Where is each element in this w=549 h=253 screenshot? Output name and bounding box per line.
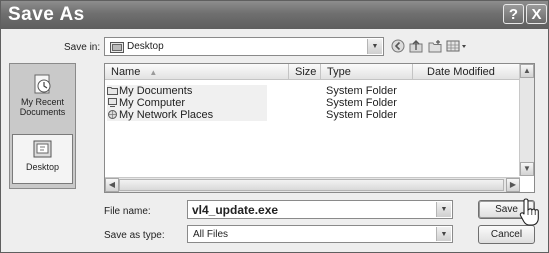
close-button[interactable]: X bbox=[526, 4, 547, 24]
save-in-value: Desktop bbox=[127, 41, 164, 52]
scroll-right-icon[interactable]: ▶ bbox=[506, 178, 520, 192]
hand-cursor-icon bbox=[519, 198, 539, 226]
place-label-desktop: Desktop bbox=[25, 162, 60, 172]
up-folder-icon[interactable] bbox=[408, 39, 423, 54]
place-recent-documents[interactable]: My Recent Documents bbox=[12, 70, 73, 117]
file-name-value: vl4_update.exe bbox=[192, 203, 279, 217]
recent-documents-icon bbox=[34, 74, 50, 94]
column-header-size[interactable]: Size bbox=[289, 64, 321, 80]
places-bar: My Recent Documents Desktop bbox=[9, 63, 76, 189]
file-name-cell: My Computer bbox=[119, 97, 186, 109]
horizontal-scrollbar[interactable]: ◀ ▶ bbox=[105, 177, 520, 192]
save-as-type-value: All Files bbox=[193, 229, 229, 240]
back-icon[interactable] bbox=[390, 39, 405, 54]
column-header-name[interactable]: Name ▲ bbox=[105, 64, 289, 80]
sort-arrow-icon: ▲ bbox=[149, 68, 158, 77]
desktop-icon bbox=[33, 140, 51, 158]
horizontal-scroll-thumb[interactable] bbox=[119, 179, 504, 191]
place-desktop[interactable]: Desktop bbox=[12, 134, 73, 184]
file-name-field[interactable]: vl4_update.exe ▼ bbox=[187, 200, 453, 219]
list-item[interactable]: My Computer System Folder bbox=[105, 97, 534, 109]
scroll-left-icon[interactable]: ◀ bbox=[105, 178, 119, 192]
save-as-type-label: Save as type: bbox=[104, 230, 165, 241]
help-button[interactable]: ? bbox=[503, 4, 524, 24]
documents-folder-icon bbox=[107, 87, 118, 95]
place-label-recent: My Recent Documents bbox=[19, 97, 66, 117]
views-menu-icon[interactable] bbox=[445, 39, 469, 54]
file-type-cell: System Folder bbox=[326, 109, 397, 121]
desktop-folder-icon bbox=[110, 42, 124, 53]
network-places-icon bbox=[108, 110, 117, 119]
list-item[interactable]: My Documents System Folder bbox=[105, 85, 534, 97]
vertical-scrollbar[interactable]: ▲ ▼ bbox=[519, 64, 534, 176]
file-name-cell: My Documents bbox=[119, 85, 193, 97]
new-folder-icon[interactable] bbox=[427, 39, 442, 54]
title-bar[interactable]: Save As ? X bbox=[1, 1, 548, 29]
save-in-dropdown[interactable]: Desktop ▼ bbox=[104, 37, 384, 56]
save-as-dialog: Save As ? X Save in: Desktop ▼ My Recent… bbox=[0, 0, 549, 253]
chevron-down-icon[interactable]: ▼ bbox=[436, 227, 451, 241]
chevron-down-icon[interactable]: ▼ bbox=[436, 202, 451, 217]
file-name-cell: My Network Places bbox=[119, 109, 214, 121]
scroll-up-icon[interactable]: ▲ bbox=[520, 64, 534, 78]
chevron-down-icon[interactable]: ▼ bbox=[367, 39, 382, 54]
column-header-type[interactable]: Type bbox=[321, 64, 413, 80]
save-in-label: Save in: bbox=[64, 42, 101, 53]
dialog-title: Save As bbox=[8, 4, 85, 25]
computer-icon bbox=[108, 98, 117, 107]
file-type-cell: System Folder bbox=[326, 85, 397, 97]
column-header-date-modified[interactable]: Date Modified bbox=[413, 64, 520, 80]
list-item[interactable]: My Network Places System Folder bbox=[105, 109, 534, 121]
file-list[interactable]: Name ▲ Size Type Date Modified My Docume… bbox=[104, 63, 535, 193]
file-type-cell: System Folder bbox=[326, 97, 397, 109]
scroll-down-icon[interactable]: ▼ bbox=[520, 162, 534, 176]
file-name-label: File name: bbox=[104, 206, 151, 217]
save-as-type-dropdown[interactable]: All Files ▼ bbox=[187, 225, 453, 243]
